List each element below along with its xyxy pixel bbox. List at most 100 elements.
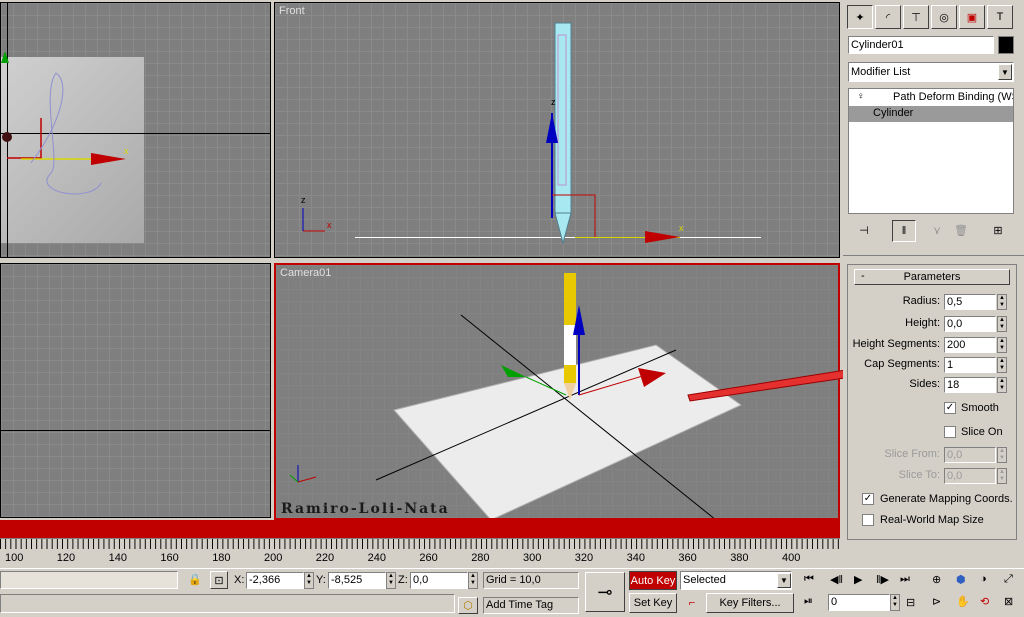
hierarchy-tab-icon[interactable]: ⊤ <box>903 5 929 29</box>
axis-label-x: x <box>124 146 129 156</box>
height-spinner[interactable]: ▲ ▼ <box>997 316 1007 332</box>
viewport-top[interactable]: x <box>0 2 271 258</box>
stack-item-label: Path Deform Binding (WS <box>893 91 1013 103</box>
parameters-rollout-header[interactable]: - Parameters <box>854 269 1010 285</box>
make-unique-icon[interactable]: ⋎ <box>926 220 948 240</box>
sides-spinner[interactable]: ▲ ▼ <box>997 377 1007 393</box>
utilities-tab-icon[interactable]: T <box>987 5 1013 29</box>
height-segments-spinner[interactable]: ▲ ▼ <box>997 337 1007 353</box>
pan-icon[interactable]: ✋ <box>956 595 970 608</box>
modifier-list-chevron-icon[interactable]: ▼ <box>998 64 1012 80</box>
set-key-button[interactable]: Set Key <box>629 593 677 613</box>
absolute-mode-icon[interactable]: ⊡ <box>210 571 228 589</box>
stack-item-label: Cylinder <box>873 107 914 119</box>
auto-key-button[interactable]: Auto Key <box>629 571 677 590</box>
create-tab-icon[interactable]: ✦ <box>847 5 873 29</box>
zoom-icon[interactable]: ⊕ <box>932 573 941 586</box>
modifier-list-dropdown[interactable]: Modifier List <box>848 62 1014 82</box>
front-axis-x: x <box>679 223 684 233</box>
radius-field[interactable]: 0,5 <box>944 294 996 310</box>
rollout-toggle: - <box>861 270 865 282</box>
smooth-checkbox[interactable]: ✓ <box>944 402 956 414</box>
timeline-tick-label: 340 <box>626 552 645 564</box>
sides-field[interactable]: 18 <box>944 377 996 393</box>
height-field[interactable]: 0,0 <box>944 316 996 332</box>
viewport-front[interactable]: Front x z z x <box>274 2 840 258</box>
maximize-viewport-icon[interactable]: ⊠ <box>1004 595 1013 608</box>
slice-on-label: Slice On <box>961 426 1003 438</box>
z-coord-field[interactable]: 0,0 <box>410 572 468 589</box>
modifier-stack[interactable]: ♀ Path Deform Binding (WS Cylinder <box>848 88 1014 214</box>
zoom-all-icon[interactable]: ⬢ <box>956 573 966 586</box>
slice-to-spinner[interactable]: ▲ ▼ <box>997 468 1007 484</box>
y-spinner[interactable]: ▲ ▼ <box>386 572 396 589</box>
timeline-tick-label: 320 <box>574 552 594 564</box>
viewport-left[interactable] <box>0 263 271 518</box>
object-name-field[interactable]: Cylinder01 <box>848 36 994 54</box>
key-mode-chevron-icon[interactable]: ▼ <box>777 573 791 588</box>
key-tangent-icon[interactable]: ⌐ <box>681 593 703 613</box>
remove-modifier-icon[interactable]: 🗑 <box>950 220 972 240</box>
time-config-icon[interactable]: ⊟ <box>906 596 915 609</box>
key-mode-select[interactable]: Selected <box>680 571 792 590</box>
zoom-extents-all-icon[interactable]: ⤢ <box>1004 573 1013 586</box>
watermark-text: Ramiro-Loli-Nata <box>281 501 450 517</box>
play-icon[interactable]: ▶ <box>854 573 862 586</box>
modify-tab-icon[interactable]: ◜ <box>875 5 901 29</box>
zoom-extents-icon[interactable]: ◑ <box>980 573 987 585</box>
height-segments-field[interactable]: 200 <box>944 337 996 353</box>
y-coord-field[interactable]: -8,525 <box>328 572 386 589</box>
motion-tab-icon[interactable]: ◎ <box>931 5 957 29</box>
frame-spinner[interactable]: ▲ ▼ <box>890 594 900 611</box>
current-frame-field[interactable]: 0 <box>828 594 890 611</box>
pin-stack-icon[interactable]: ⊣ <box>852 220 876 240</box>
lightbulb-icon[interactable]: ♀ <box>857 91 865 102</box>
timeline-tick-label: 360 <box>678 552 697 564</box>
grid-readout: Grid = 10,0 <box>483 572 579 589</box>
go-to-end-icon[interactable]: ⏭ <box>900 573 910 586</box>
prompt-line[interactable] <box>0 571 178 589</box>
lock-icon[interactable]: 🔒 <box>188 573 202 586</box>
go-to-start-icon[interactable]: ⏮ <box>804 573 814 586</box>
field-of-view-icon[interactable]: ⊳ <box>932 595 941 608</box>
key-mode-toggle-icon[interactable]: ⏯ <box>804 595 813 608</box>
add-time-tag-button[interactable]: Add Time Tag <box>483 597 579 614</box>
show-end-result-icon[interactable]: ‖ <box>892 220 916 242</box>
slice-from-field[interactable]: 0,0 <box>944 447 996 463</box>
configure-sets-icon[interactable]: ⊞ <box>986 220 1010 240</box>
timeline-tick-label: 180 <box>212 552 231 564</box>
cap-segments-field[interactable]: 1 <box>944 357 996 373</box>
radius-spinner[interactable]: ▲ ▼ <box>997 294 1007 310</box>
timeline-tick-label: 200 <box>264 552 283 564</box>
display-tab-icon[interactable]: ▣ <box>959 5 985 29</box>
stack-item-path-deform[interactable]: ♀ Path Deform Binding (WS <box>849 90 1013 106</box>
generate-mapping-label: Generate Mapping Coords. <box>880 493 1013 505</box>
x-coord-field[interactable]: -2,366 <box>246 572 304 589</box>
stack-item-cylinder[interactable]: Cylinder <box>849 106 1013 122</box>
cap-segments-spinner[interactable]: ▲ ▼ <box>997 357 1007 373</box>
slice-to-label: Slice To: <box>898 469 940 481</box>
key-filters-button[interactable]: Key Filters... <box>706 593 794 613</box>
front-axis-z: z <box>551 97 556 107</box>
next-frame-icon[interactable]: ‖▶ <box>876 573 889 586</box>
cap-segments-label: Cap Segments: <box>864 358 940 370</box>
generate-mapping-checkbox[interactable]: ✓ <box>862 493 874 505</box>
slice-to-field[interactable]: 0,0 <box>944 468 996 484</box>
previous-frame-icon[interactable]: ◀‖ <box>830 573 843 586</box>
slice-from-spinner[interactable]: ▲ ▼ <box>997 447 1007 463</box>
height-segments-label: Height Segments: <box>852 338 940 350</box>
timeline-tick-label: 400 <box>782 552 801 564</box>
smooth-label: Smooth <box>961 402 999 414</box>
real-world-checkbox[interactable] <box>862 514 874 526</box>
active-viewport-bar <box>0 520 840 538</box>
timeline-tick-label: 220 <box>315 552 335 564</box>
radius-label: Radius: <box>902 295 940 307</box>
set-key-big-icon[interactable]: ⊸ <box>585 572 625 612</box>
add-time-tag-icon[interactable]: ⬡ <box>458 597 478 614</box>
orbit-icon[interactable]: ⟲ <box>980 595 989 608</box>
slice-on-checkbox[interactable] <box>944 426 956 438</box>
x-spinner[interactable]: ▲ ▼ <box>304 572 314 589</box>
rollout-title: Parameters <box>903 271 961 283</box>
z-spinner[interactable]: ▲ ▼ <box>468 572 478 589</box>
object-color-swatch[interactable] <box>998 36 1014 54</box>
